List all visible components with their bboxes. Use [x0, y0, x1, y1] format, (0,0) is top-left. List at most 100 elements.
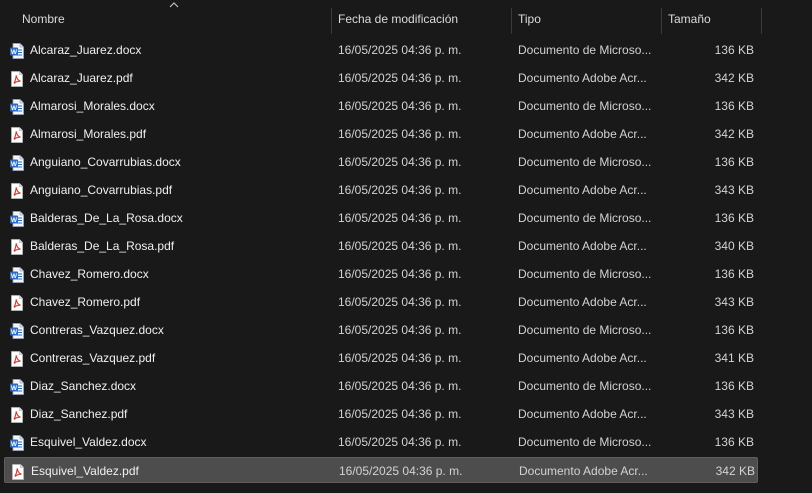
file-size: 343 KB [714, 407, 754, 421]
svg-text:W: W [11, 385, 18, 392]
file-modified-date: 16/05/2025 04:36 p. m. [338, 99, 462, 113]
file-size: 136 KB [714, 323, 754, 337]
file-type: Documento de Microso... [518, 267, 652, 281]
file-row[interactable]: Anguiano_Covarrubias.pdf 16/05/2025 04:36… [4, 177, 758, 203]
file-row[interactable]: Almarosi_Morales.pdf 16/05/2025 04:36 p. … [4, 121, 758, 147]
file-type: Documento Adobe Acr... [518, 127, 647, 141]
pdf-document-icon [10, 238, 24, 255]
file-size: 136 KB [714, 155, 754, 169]
file-row[interactable]: W Balderas_De_La_Rosa.docx 16/05/2025 04:3… [4, 205, 758, 231]
file-type: Documento de Microso... [518, 323, 652, 337]
word-document-icon: W [10, 210, 24, 227]
file-size: 342 KB [714, 127, 754, 141]
file-type: Documento de Microso... [518, 379, 652, 393]
pdf-document-icon [10, 294, 24, 311]
file-modified-date: 16/05/2025 04:36 p. m. [338, 239, 462, 253]
file-row[interactable]: Esquivel_Valdez.pdf 16/05/2025 04:36 p. m… [4, 457, 758, 483]
word-document-icon: W [10, 154, 24, 171]
file-size: 343 KB [714, 295, 754, 309]
file-type: Documento Adobe Acr... [518, 295, 647, 309]
pdf-document-icon [11, 463, 25, 480]
file-name: Chavez_Romero.docx [30, 267, 149, 281]
column-divider[interactable] [661, 8, 662, 34]
file-size: 343 KB [714, 183, 754, 197]
file-type: Documento de Microso... [518, 435, 652, 449]
svg-text:W: W [11, 329, 18, 336]
file-row[interactable]: Diaz_Sanchez.pdf 16/05/2025 04:36 p. m. Do… [4, 401, 758, 427]
file-size: 340 KB [714, 239, 754, 253]
file-modified-date: 16/05/2025 04:36 p. m. [338, 379, 462, 393]
file-row[interactable]: W Contreras_Vazquez.docx 16/05/2025 04:36 … [4, 317, 758, 343]
file-name: Diaz_Sanchez.docx [30, 379, 137, 393]
file-row[interactable]: W Diaz_Sanchez.docx 16/05/2025 04:36 p. m.… [4, 373, 758, 399]
column-divider[interactable] [511, 8, 512, 34]
svg-text:W: W [11, 161, 18, 168]
file-name: Anguiano_Covarrubias.pdf [30, 183, 173, 197]
column-header-type[interactable]: Tipo [518, 6, 658, 32]
file-type: Documento Adobe Acr... [518, 351, 647, 365]
file-row[interactable]: Alcaraz_Juarez.pdf 16/05/2025 04:36 p. m.… [4, 65, 758, 91]
file-row[interactable]: Contreras_Vazquez.pdf 16/05/2025 04:36 p.… [4, 345, 758, 371]
svg-text:W: W [11, 441, 18, 448]
file-modified-date: 16/05/2025 04:36 p. m. [338, 267, 462, 281]
column-header-name[interactable]: Nombre [22, 6, 328, 32]
file-name: Alcaraz_Juarez.docx [30, 43, 142, 57]
file-modified-date: 16/05/2025 04:36 p. m. [338, 155, 462, 169]
word-document-icon: W [10, 322, 24, 339]
file-size: 136 KB [714, 379, 754, 393]
file-modified-date: 16/05/2025 04:36 p. m. [338, 43, 462, 57]
file-modified-date: 16/05/2025 04:36 p. m. [338, 211, 462, 225]
svg-text:W: W [11, 49, 18, 56]
file-modified-date: 16/05/2025 04:36 p. m. [339, 464, 463, 478]
column-header-bar: Nombre Fecha de modificación Tipo Tamaño [0, 0, 812, 36]
word-document-icon: W [10, 266, 24, 283]
file-type: Documento Adobe Acr... [519, 464, 648, 478]
svg-text:W: W [11, 217, 18, 224]
file-size: 136 KB [714, 435, 754, 449]
word-document-icon: W [10, 378, 24, 395]
pdf-document-icon [10, 126, 24, 143]
file-modified-date: 16/05/2025 04:36 p. m. [338, 407, 462, 421]
file-type: Documento de Microso... [518, 211, 652, 225]
file-modified-date: 16/05/2025 04:36 p. m. [338, 71, 462, 85]
file-row[interactable]: Chavez_Romero.pdf 16/05/2025 04:36 p. m. D… [4, 289, 758, 315]
file-row[interactable]: W Anguiano_Covarrubias.docx 16/05/2025 04:… [4, 149, 758, 175]
file-type: Documento Adobe Acr... [518, 71, 647, 85]
file-modified-date: 16/05/2025 04:36 p. m. [338, 183, 462, 197]
pdf-document-icon [10, 182, 24, 199]
file-size: 136 KB [714, 211, 754, 225]
file-name: Anguiano_Covarrubias.docx [30, 155, 181, 169]
file-name: Diaz_Sanchez.pdf [30, 407, 128, 421]
file-size: 342 KB [715, 464, 755, 478]
file-size: 136 KB [714, 267, 754, 281]
word-document-icon: W [10, 42, 24, 59]
file-name: Almarosi_Morales.pdf [30, 127, 147, 141]
file-row[interactable]: W Chavez_Romero.docx 16/05/2025 04:36 p. m… [4, 261, 758, 287]
column-divider[interactable] [331, 8, 332, 34]
column-header-date[interactable]: Fecha de modificación [338, 6, 508, 32]
pdf-document-icon [10, 70, 24, 87]
word-document-icon: W [10, 98, 24, 115]
file-type: Documento Adobe Acr... [518, 183, 647, 197]
file-name: Balderas_De_La_Rosa.docx [30, 211, 183, 225]
column-divider[interactable] [761, 8, 762, 34]
file-size: 342 KB [714, 71, 754, 85]
file-row[interactable]: W Almarosi_Morales.docx 16/05/2025 04:36 p… [4, 93, 758, 119]
pdf-document-icon [10, 406, 24, 423]
svg-text:W: W [11, 273, 18, 280]
file-name: Esquivel_Valdez.pdf [31, 464, 139, 478]
file-name: Balderas_De_La_Rosa.pdf [30, 239, 175, 253]
file-name: Esquivel_Valdez.docx [30, 435, 147, 449]
file-name: Contreras_Vazquez.docx [30, 323, 164, 337]
file-row[interactable]: Balderas_De_La_Rosa.pdf 16/05/2025 04:36 … [4, 233, 758, 259]
file-type: Documento de Microso... [518, 155, 652, 169]
file-type: Documento Adobe Acr... [518, 407, 647, 421]
file-modified-date: 16/05/2025 04:36 p. m. [338, 351, 462, 365]
file-name: Almarosi_Morales.docx [30, 99, 155, 113]
file-size: 136 KB [714, 99, 754, 113]
file-row[interactable]: W Alcaraz_Juarez.docx 16/05/2025 04:36 p. … [4, 37, 758, 63]
word-document-icon: W [10, 434, 24, 451]
file-size: 341 KB [714, 351, 754, 365]
file-row[interactable]: W Esquivel_Valdez.docx 16/05/2025 04:36 p.… [4, 429, 758, 455]
column-header-size[interactable]: Tamaño [668, 6, 758, 32]
